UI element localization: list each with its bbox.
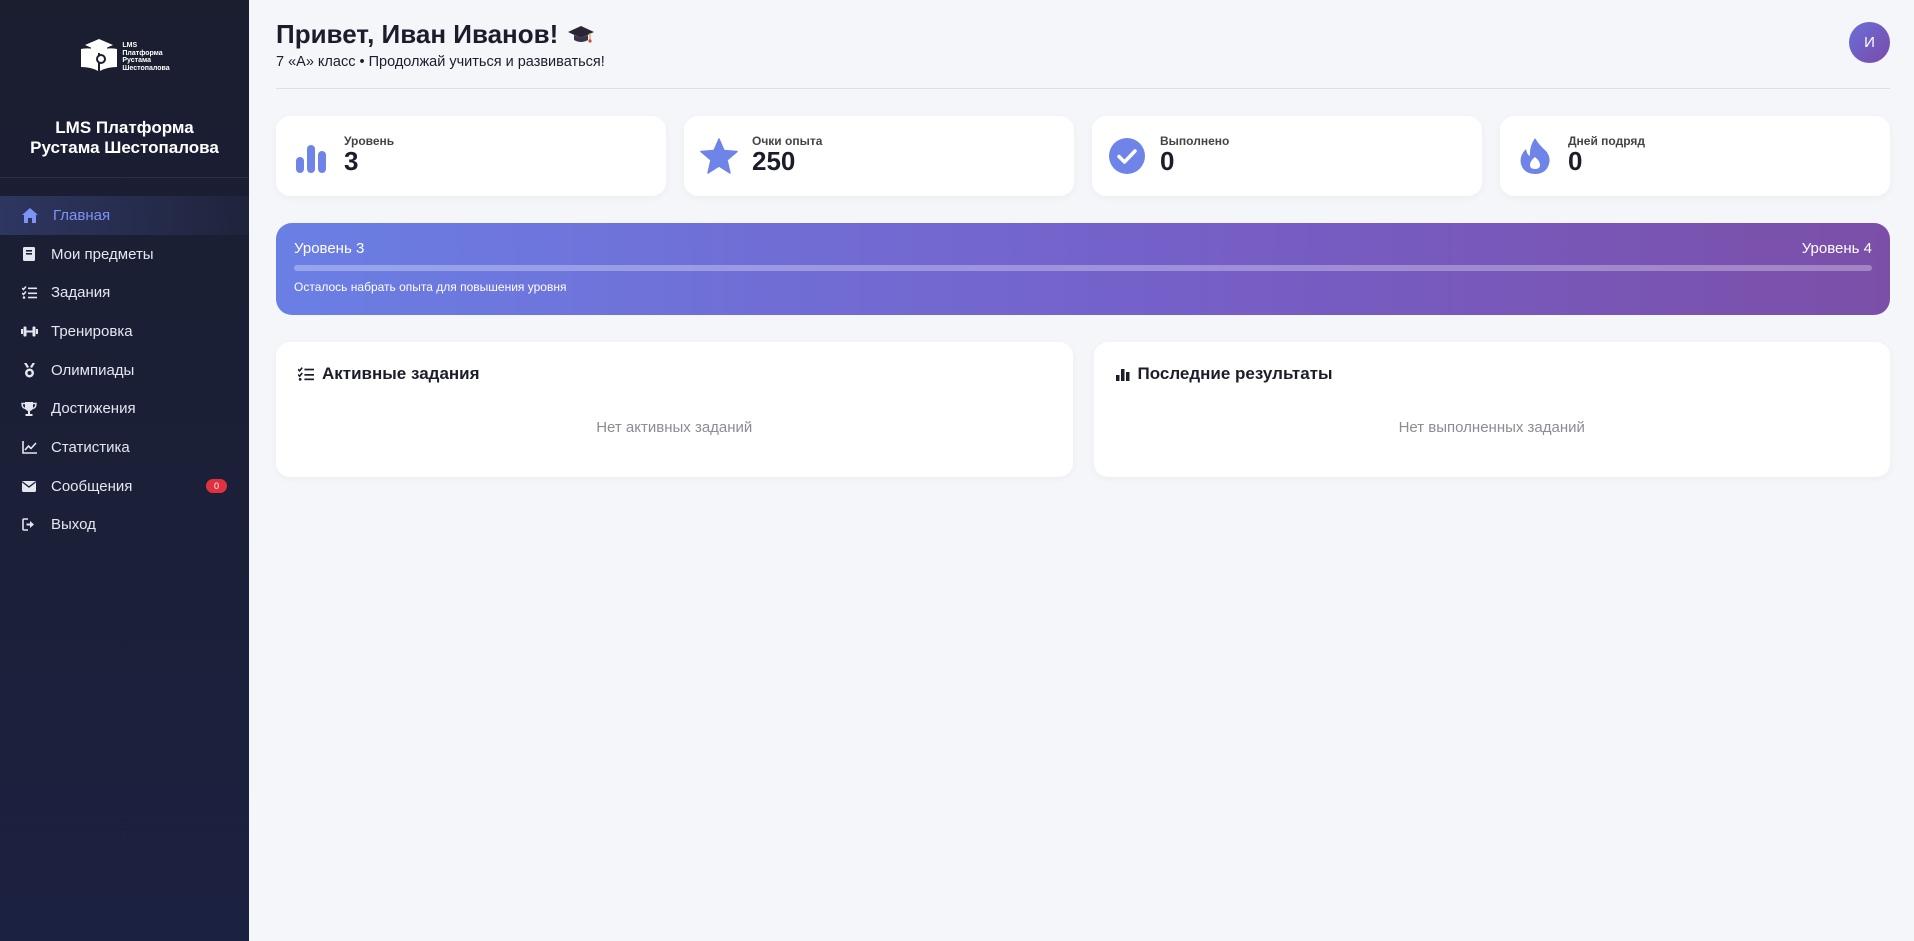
level-progress-bar — [294, 265, 1872, 271]
logo-line-3: Рустама — [122, 57, 151, 64]
brand-title-line-2: Рустама Шестопалова — [30, 138, 219, 157]
sidebar-item-logout[interactable]: Выход — [0, 506, 249, 545]
sidebar-item-label: Главная — [53, 206, 111, 224]
graduation-cap-icon — [568, 25, 595, 43]
greeting-text: Привет, Иван Иванов! — [276, 19, 559, 49]
sidebar-item-label: Олимпиады — [51, 361, 135, 379]
stat-value: 3 — [344, 146, 359, 176]
medal-icon — [20, 361, 38, 379]
current-level-label: Уровень 3 — [294, 240, 365, 257]
sidebar-item-statistics[interactable]: Статистика — [0, 428, 249, 467]
active-tasks-panel: Активные задания Нет активных заданий — [276, 342, 1073, 477]
logout-icon — [20, 516, 38, 534]
sidebar-item-label: Достижения — [51, 400, 136, 418]
sidebar-item-label: Выход — [51, 516, 96, 534]
stat-value: 0 — [1568, 146, 1583, 176]
stat-card-level: Уровень 3 — [276, 116, 666, 196]
messages-count-badge: 0 — [206, 478, 227, 493]
sidebar-item-training[interactable]: Тренировка — [0, 312, 249, 351]
page-subtitle: 7 «А» класс • Продолжай учиться и развив… — [276, 54, 605, 70]
tasks-icon — [298, 367, 314, 381]
avatar[interactable]: И — [1849, 22, 1890, 63]
logo-line-2: Платформа — [122, 49, 163, 57]
dumbbell-icon — [20, 322, 38, 340]
star-icon — [700, 137, 738, 175]
home-icon — [21, 206, 39, 224]
fire-icon — [1516, 137, 1554, 175]
empty-state-text: Нет активных заданий — [596, 419, 753, 436]
logo-line-4: Шестопалова — [122, 64, 170, 72]
logo[interactable]: LMS Платформа Рустама Шестопалова — [0, 0, 249, 104]
panel-title: Последние результаты — [1137, 364, 1333, 383]
sidebar-item-label: Сообщения — [51, 477, 133, 495]
bar-chart-icon — [1115, 369, 1129, 381]
stat-value: 250 — [752, 146, 796, 176]
recent-results-panel: Последние результаты Нет выполненных зад… — [1093, 342, 1890, 477]
stat-value: 0 — [1160, 146, 1175, 176]
sidebar-item-label: Тренировка — [51, 322, 133, 340]
chart-line-icon — [20, 438, 38, 456]
logo-line-1: LMS — [122, 42, 138, 49]
sidebar-nav: Главная Мои предметы Задания Тренировка … — [0, 178, 249, 544]
sidebar-item-subjects[interactable]: Мои предметы — [0, 235, 249, 274]
main-content: Привет, Иван Иванов! 7 «А» класс • Продо… — [276, 0, 1890, 477]
panel-title: Активные задания — [322, 364, 480, 383]
check-circle-icon — [1108, 137, 1146, 175]
page-header: Привет, Иван Иванов! 7 «А» класс • Продо… — [276, 0, 1890, 89]
brand-title: LMS Платформа Рустама Шестопалова — [0, 104, 249, 178]
next-level-label: Уровень 4 — [1801, 240, 1872, 257]
brand-title-line-1: LMS Платформа — [55, 118, 194, 137]
bar-chart-icon — [292, 137, 330, 175]
sidebar-item-tasks[interactable]: Задания — [0, 273, 249, 312]
stat-card-streak: Дней подряд 0 — [1500, 116, 1890, 196]
sidebar-item-messages[interactable]: Сообщения 0 — [0, 467, 249, 506]
sidebar-item-label: Задания — [51, 284, 111, 302]
page-title: Привет, Иван Иванов! — [276, 19, 595, 50]
graduation-book-logo-icon — [81, 39, 118, 71]
sidebar-item-olympiads[interactable]: Олимпиады — [0, 351, 249, 390]
envelope-icon — [20, 477, 38, 495]
empty-state-text: Нет выполненных заданий — [1398, 419, 1585, 436]
stats-row: Уровень 3 Очки опыта 250 Выполнено 0 Дне… — [276, 116, 1890, 196]
level-progress-card: Уровень 3 Уровень 4 Осталось набрать опы… — [276, 223, 1890, 315]
sidebar-item-home[interactable]: Главная — [0, 196, 249, 235]
sidebar: LMS Платформа Рустама Шестопалова LMS Пл… — [0, 0, 249, 941]
tasks-icon — [20, 284, 38, 302]
stat-card-xp: Очки опыта 250 — [684, 116, 1074, 196]
level-progress-hint: Осталось набрать опыта для повышения уро… — [294, 280, 567, 294]
sidebar-item-achievements[interactable]: Достижения — [0, 389, 249, 428]
panels-row: Активные задания Нет активных заданий По… — [276, 342, 1890, 477]
trophy-icon — [20, 400, 38, 418]
sidebar-item-label: Мои предметы — [51, 245, 154, 263]
sidebar-item-label: Статистика — [51, 438, 130, 456]
stat-card-completed: Выполнено 0 — [1092, 116, 1482, 196]
book-icon — [20, 245, 38, 263]
